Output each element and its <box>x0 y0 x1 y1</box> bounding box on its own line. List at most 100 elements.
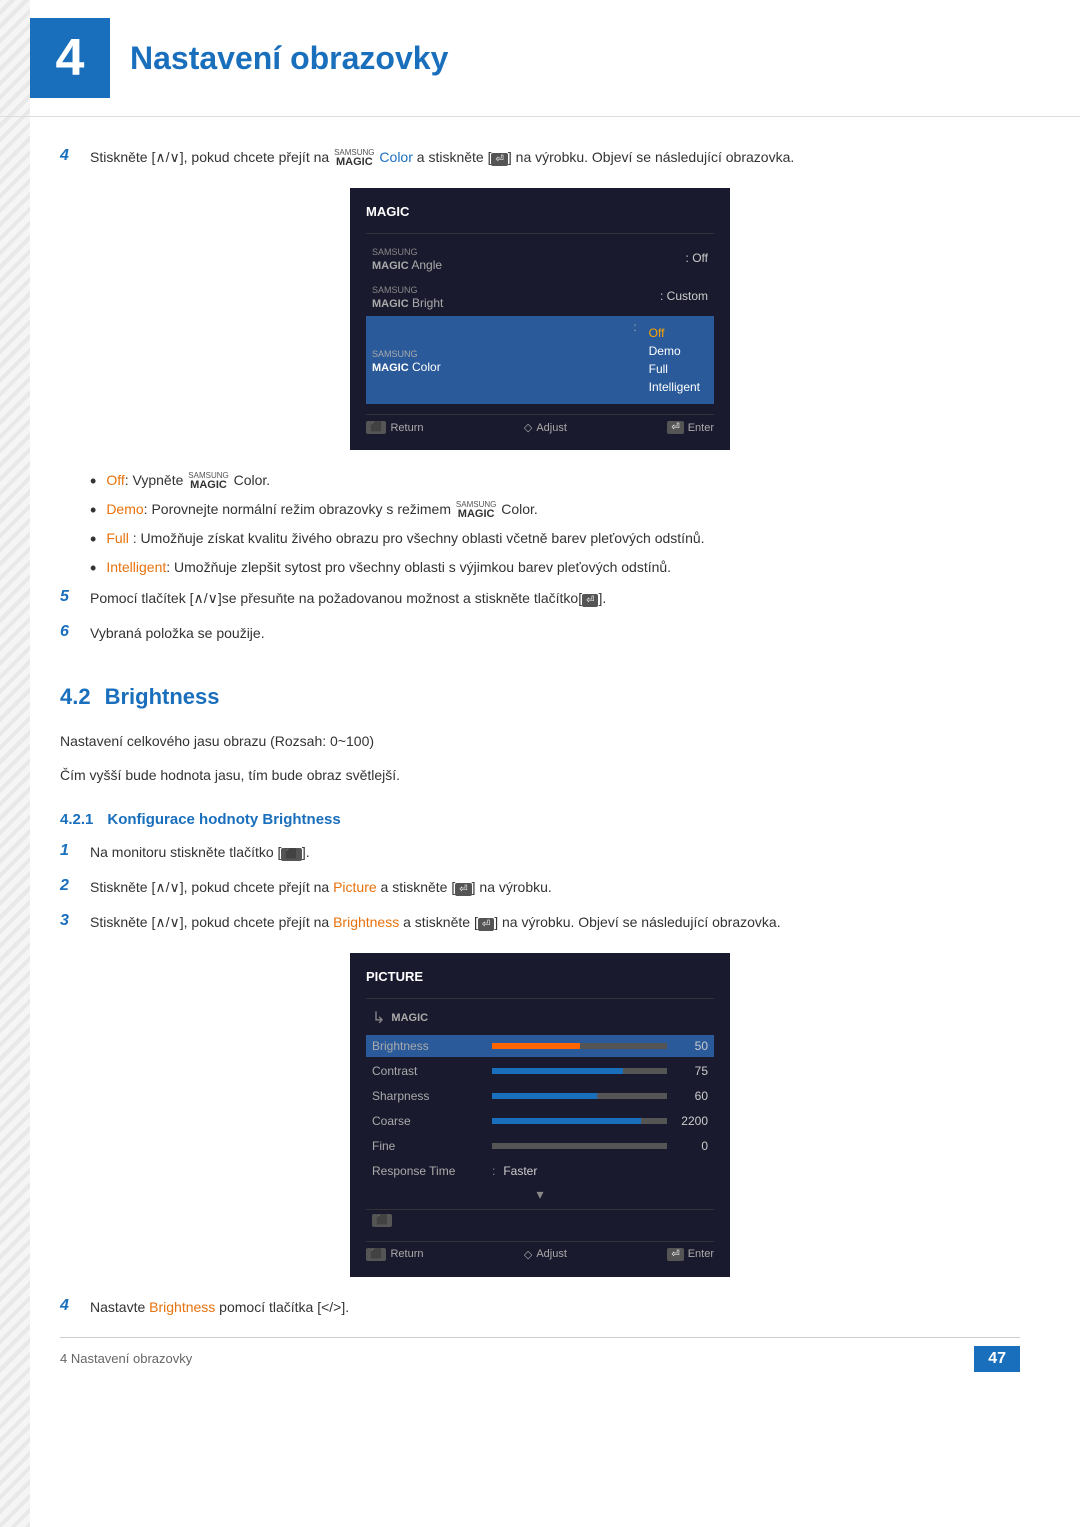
magic-screen: MAGIC SAMSUNG MAGIC Angle : Off SAMSUNG … <box>350 188 730 450</box>
scroll-indicator: ▾ <box>366 1186 714 1203</box>
brightness-desc2: Čím vyšší bude hodnota jasu, tím bude ob… <box>60 764 1020 786</box>
color-row-highlighted: SAMSUNG MAGIC Color : Off Demo Full Inte… <box>366 316 714 404</box>
picture-screen-footer-left: ⬛ <box>366 1209 714 1231</box>
brightness-step-1-num: 1 <box>60 842 90 860</box>
brightness-step-2: 2 Stiskněte [∧/∨], pokud chcete přejít n… <box>60 877 1020 898</box>
angle-row: SAMSUNG MAGIC Angle : Off <box>366 240 714 276</box>
separator-1 <box>366 233 714 234</box>
enter-icon-step5: ⏎ <box>582 594 598 607</box>
dropdown-off: Off <box>649 324 700 342</box>
chapter-header: 4 Nastavení obrazovky <box>0 0 1080 117</box>
sharpness-bar-container: 60 <box>492 1089 708 1103</box>
subsection-421-number: 4.2.1 <box>60 811 93 828</box>
brightness-step-3-num: 3 <box>60 912 90 930</box>
bright-value: : Custom <box>660 289 708 303</box>
sharpness-bar <box>492 1093 667 1099</box>
brightness-bar-fill <box>492 1043 580 1049</box>
step-6-item: 6 Vybraná položka se použije. <box>60 623 1020 644</box>
fine-value: 0 <box>673 1139 708 1153</box>
chapter-title: Nastavení obrazovky <box>130 40 448 77</box>
chapter-number: 4 <box>30 18 110 98</box>
fine-bar-container: 0 <box>492 1139 708 1153</box>
step-4-item: 4 Stiskněte [∧/∨], pokud chcete přejít n… <box>60 147 1020 168</box>
bullet-dot-off: • <box>90 472 96 490</box>
enter-icon-step2: ⏎ <box>455 883 471 896</box>
sharpness-bar-fill <box>492 1093 597 1099</box>
bullet-off: • Off: Vypněte SAMSUNGMAGIC Color. <box>90 470 1020 491</box>
adjust-icon: ◇ <box>524 421 532 434</box>
contrast-row: Contrast 75 <box>366 1060 714 1082</box>
brightness-row-highlighted: Brightness 50 <box>366 1035 714 1057</box>
step-6-number: 6 <box>60 623 90 641</box>
contrast-bar-fill <box>492 1068 623 1074</box>
demo-label: Demo <box>106 501 143 517</box>
sharpness-row: Sharpness 60 <box>366 1085 714 1107</box>
return-icon-pic: ⬛ <box>366 1248 386 1261</box>
brightness-hl-step4: Brightness <box>149 1299 215 1315</box>
brightness-step-1-text: Na monitoru stiskněte tlačítko [⬛]. <box>90 842 1020 863</box>
subsection-421-title: Konfigurace hodnoty Brightness <box>107 811 340 828</box>
contrast-label: Contrast <box>372 1064 492 1078</box>
angle-value: : Off <box>686 251 708 265</box>
samsung-magic-demo: SAMSUNGMAGIC <box>456 501 496 520</box>
contrast-bar <box>492 1068 667 1074</box>
picture-screen-title: PICTURE <box>366 969 714 984</box>
bullet-dot-full: • <box>90 530 96 548</box>
color-bullet-list: • Off: Vypněte SAMSUNGMAGIC Color. • Dem… <box>90 470 1020 578</box>
bullet-dot-intelligent: • <box>90 559 96 577</box>
footer-return: ⬛ Return <box>366 421 423 434</box>
footer-enter: ⏎ Enter <box>667 421 714 434</box>
sharpness-value: 60 <box>673 1089 708 1103</box>
dropdown-demo: Demo <box>649 342 700 360</box>
return-icon: ⬛ <box>366 421 386 434</box>
sharpness-label: Sharpness <box>372 1089 492 1103</box>
response-time-row: Response Time : Faster <box>366 1160 714 1182</box>
bullet-intelligent: • Intelligent: Umožňuje zlepšit sytost p… <box>90 557 1020 578</box>
step-6-text: Vybraná položka se použije. <box>90 623 1020 644</box>
footer-page-number: 47 <box>974 1346 1020 1372</box>
fine-bar <box>492 1143 667 1149</box>
response-time-value: Faster <box>503 1164 537 1178</box>
enter-icon: ⏎ <box>667 421 683 434</box>
brightness-step-3: 3 Stiskněte [∧/∨], pokud chcete přejít n… <box>60 912 1020 933</box>
fine-label: Fine <box>372 1139 492 1153</box>
samsung-magic-color-inline: SAMSUNG MAGIC <box>334 149 374 168</box>
samsung-magic-off: SAMSUNGMAGIC <box>188 472 228 491</box>
brightness-step-2-text: Stiskněte [∧/∨], pokud chcete přejít na … <box>90 877 1020 898</box>
intelligent-label: Intelligent <box>106 559 166 575</box>
bright-label: SAMSUNG MAGIC Bright <box>372 282 660 310</box>
enter-icon-inline: ⏎ <box>491 153 507 166</box>
off-label: Off <box>106 472 124 488</box>
coarse-value: 2200 <box>673 1114 708 1128</box>
picture-footer-enter: ⏎ Enter <box>667 1248 714 1261</box>
bullet-full: • Full : Umožňuje získat kvalitu živého … <box>90 528 1020 549</box>
magic-screen-title: MAGIC <box>366 204 714 219</box>
subsection-421-header: 4.2.1 Konfigurace hodnoty Brightness <box>60 811 1020 828</box>
step-5-number: 5 <box>60 588 90 606</box>
brightness-row-label: Brightness <box>372 1039 492 1053</box>
coarse-bar-container: 2200 <box>492 1114 708 1128</box>
enter-icon-step3: ⏎ <box>478 918 494 931</box>
brightness-bar-container: 50 <box>492 1039 708 1053</box>
page-footer: 4 Nastavení obrazovky 47 <box>60 1337 1020 1372</box>
brightness-step-4-text: Nastavte Brightness pomocí tlačítka [</>… <box>90 1297 1020 1318</box>
color-label: SAMSUNG MAGIC Color <box>372 346 633 374</box>
step-4-number: 4 <box>60 147 90 165</box>
picture-footer-return: ⬛ Return <box>366 1248 423 1261</box>
angle-label: SAMSUNG MAGIC Angle <box>372 244 686 272</box>
brightness-step-1: 1 Na monitoru stiskněte tlačítko [⬛]. <box>60 842 1020 863</box>
dropdown-intelligent: Intelligent <box>649 378 700 396</box>
fine-row: Fine 0 <box>366 1135 714 1157</box>
footer-adjust: ◇ Adjust <box>524 421 567 434</box>
brightness-step-2-num: 2 <box>60 877 90 895</box>
full-label: Full <box>106 530 129 546</box>
adjust-icon-pic: ◇ <box>524 1248 532 1261</box>
picture-footer-adjust: ◇ Adjust <box>524 1248 567 1261</box>
brightness-step-4: 4 Nastavte Brightness pomocí tlačítka [<… <box>60 1297 1020 1318</box>
brightness-step-3-text: Stiskněte [∧/∨], pokud chcete přejít na … <box>90 912 1020 933</box>
color-dropdown: Off Demo Full Intelligent <box>641 320 708 400</box>
section-42-title: Brightness <box>105 684 220 710</box>
picture-hl: Picture <box>333 879 377 895</box>
brightness-desc1: Nastavení celkového jasu obrazu (Rozsah:… <box>60 730 1020 752</box>
contrast-value: 75 <box>673 1064 708 1078</box>
